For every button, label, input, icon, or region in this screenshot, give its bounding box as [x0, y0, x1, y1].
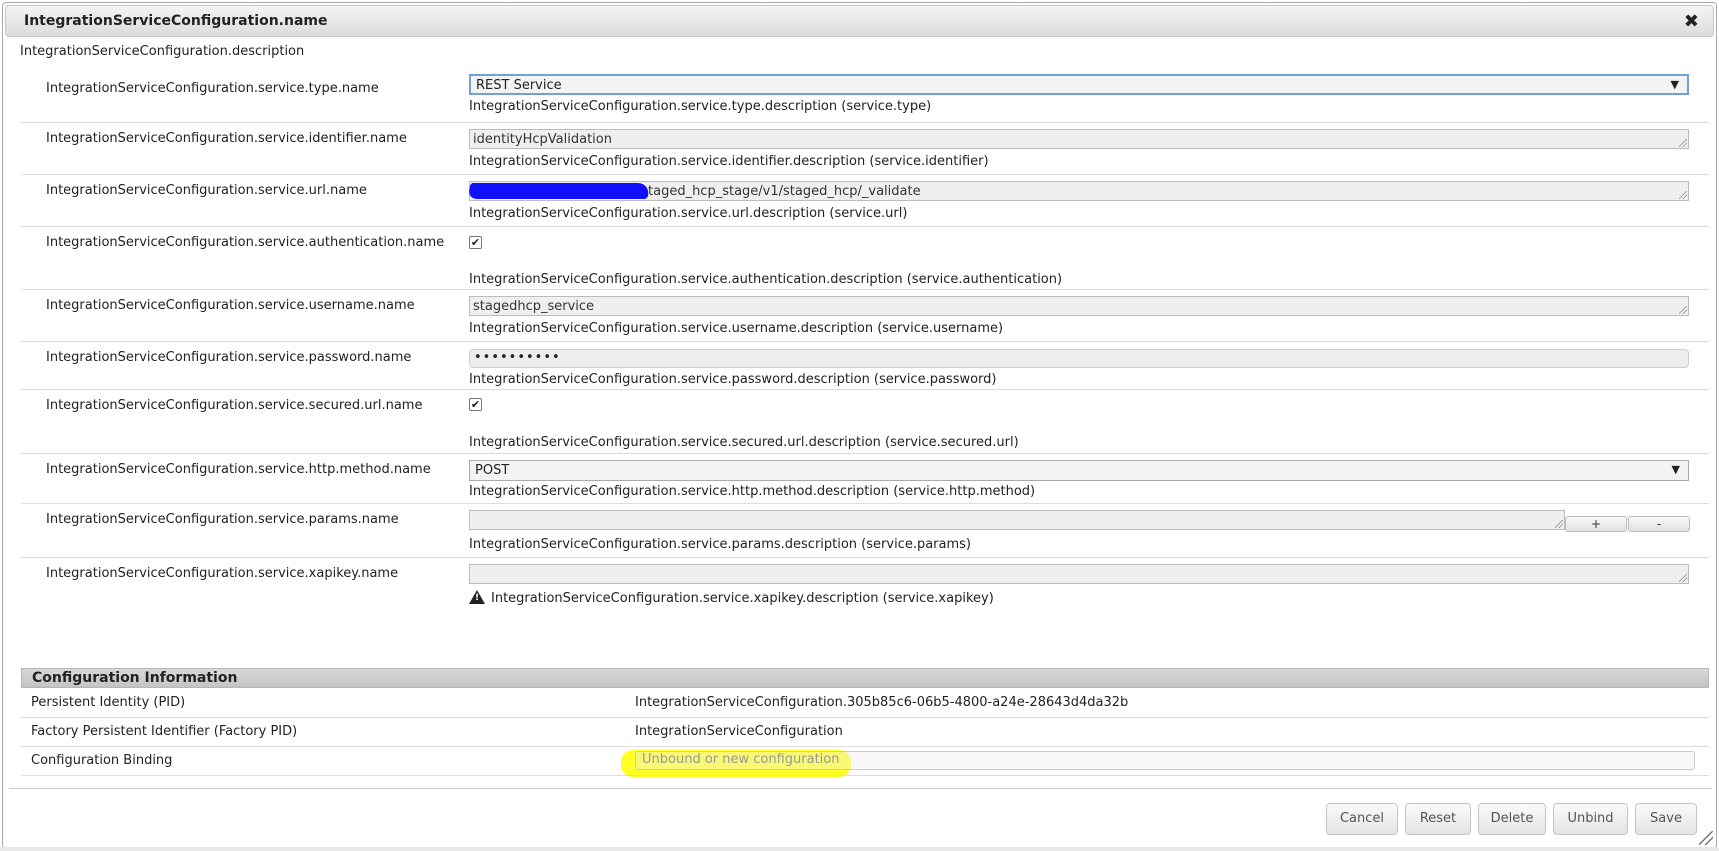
row-service-username: IntegrationServiceConfiguration.service.…	[21, 290, 1709, 342]
field-description: IntegrationServiceConfiguration.service.…	[469, 154, 989, 169]
chevron-down-icon: ▼	[1671, 463, 1680, 476]
footer-divider	[9, 788, 1712, 789]
service-xapikey-input[interactable]	[469, 564, 1689, 584]
chevron-down-icon: ▼	[1670, 78, 1679, 91]
info-row-pid: Persistent Identity (PID) IntegrationSer…	[21, 689, 1709, 718]
field-label: IntegrationServiceConfiguration.service.…	[46, 131, 407, 146]
row-service-params: IntegrationServiceConfiguration.service.…	[21, 504, 1709, 558]
service-username-input[interactable]: stagedhcp_service	[469, 296, 1689, 316]
pid-value: IntegrationServiceConfiguration.305b85c6…	[635, 695, 1129, 710]
field-description: IntegrationServiceConfiguration.service.…	[469, 372, 997, 387]
field-label: IntegrationServiceConfiguration.service.…	[46, 398, 423, 413]
configuration-dialog: IntegrationServiceConfiguration.name ✖ I…	[2, 2, 1717, 849]
field-label: IntegrationServiceConfiguration.service.…	[46, 350, 412, 365]
service-type-select[interactable]: REST Service ▼	[469, 74, 1689, 95]
select-value: POST	[475, 463, 510, 478]
field-label: IntegrationServiceConfiguration.service.…	[46, 183, 367, 198]
http-method-select[interactable]: POST ▼	[469, 460, 1689, 481]
row-service-type: IntegrationServiceConfiguration.service.…	[21, 73, 1709, 123]
binding-label: Configuration Binding	[31, 753, 173, 768]
field-label: IntegrationServiceConfiguration.service.…	[46, 512, 399, 527]
service-url-input[interactable]: taged_hcp_stage/v1/staged_hcp/_validate	[469, 181, 1689, 201]
row-service-authentication: IntegrationServiceConfiguration.service.…	[21, 227, 1709, 290]
row-service-secured-url: IntegrationServiceConfiguration.service.…	[21, 390, 1709, 454]
field-description: IntegrationServiceConfiguration.service.…	[469, 321, 1004, 336]
authentication-checkbox[interactable]: ✔	[469, 236, 482, 249]
row-service-identifier: IntegrationServiceConfiguration.service.…	[21, 123, 1709, 175]
delete-button[interactable]: Delete	[1478, 803, 1546, 835]
background-strip	[0, 847, 1719, 851]
select-value: REST Service	[476, 78, 562, 93]
dialog-titlebar[interactable]: IntegrationServiceConfiguration.name ✖	[5, 5, 1714, 37]
service-params-input[interactable]	[469, 510, 1565, 530]
field-description: IntegrationServiceConfiguration.service.…	[469, 537, 971, 552]
cancel-button[interactable]: Cancel	[1326, 803, 1398, 835]
field-label: IntegrationServiceConfiguration.service.…	[46, 81, 379, 96]
row-service-xapikey: IntegrationServiceConfiguration.service.…	[21, 558, 1709, 613]
unbind-button[interactable]: Unbind	[1553, 803, 1628, 835]
pid-label: Persistent Identity (PID)	[31, 695, 186, 710]
field-description: IntegrationServiceConfiguration.service.…	[469, 435, 1019, 450]
remove-param-button[interactable]: -	[1628, 516, 1690, 532]
service-password-input[interactable]: ••••••••••	[469, 349, 1689, 368]
row-service-http-method: IntegrationServiceConfiguration.service.…	[21, 454, 1709, 504]
field-description: IntegrationServiceConfiguration.service.…	[469, 272, 1063, 287]
field-label: IntegrationServiceConfiguration.service.…	[46, 235, 445, 250]
row-service-password: IntegrationServiceConfiguration.service.…	[21, 342, 1709, 390]
save-button[interactable]: Save	[1635, 803, 1697, 835]
secured-url-checkbox[interactable]: ✔	[469, 398, 482, 411]
reset-button[interactable]: Reset	[1405, 803, 1471, 835]
xapikey-description-text: IntegrationServiceConfiguration.service.…	[491, 591, 994, 606]
factory-pid-label: Factory Persistent Identifier (Factory P…	[31, 724, 298, 739]
configuration-information-header: Configuration Information	[21, 668, 1709, 688]
redaction-mark	[467, 183, 651, 199]
field-description: IntegrationServiceConfiguration.service.…	[469, 99, 932, 114]
dialog-description: IntegrationServiceConfiguration.descript…	[20, 44, 305, 59]
resize-grip-icon[interactable]	[1699, 831, 1713, 845]
info-row-binding: Configuration Binding Unbound or new con…	[21, 747, 1709, 776]
add-param-button[interactable]: +	[1565, 516, 1627, 532]
service-identifier-input[interactable]: identityHcpValidation	[469, 129, 1689, 149]
field-description: IntegrationServiceConfiguration.service.…	[469, 484, 1036, 499]
field-label: IntegrationServiceConfiguration.service.…	[46, 462, 431, 477]
info-row-factory-pid: Factory Persistent Identifier (Factory P…	[21, 718, 1709, 747]
field-description: IntegrationServiceConfiguration.service.…	[469, 206, 908, 221]
binding-field: Unbound or new configuration	[635, 751, 1695, 770]
warning-icon: !	[469, 590, 485, 604]
configuration-form: IntegrationServiceConfiguration.service.…	[21, 73, 1709, 613]
field-label: IntegrationServiceConfiguration.service.…	[46, 566, 399, 581]
factory-pid-value: IntegrationServiceConfiguration	[635, 724, 843, 739]
row-service-url: IntegrationServiceConfiguration.service.…	[21, 175, 1709, 227]
field-description: ! IntegrationServiceConfiguration.service…	[469, 590, 994, 606]
close-icon[interactable]: ✖	[1684, 11, 1699, 32]
dialog-title: IntegrationServiceConfiguration.name	[24, 13, 328, 29]
field-label: IntegrationServiceConfiguration.service.…	[46, 298, 415, 313]
